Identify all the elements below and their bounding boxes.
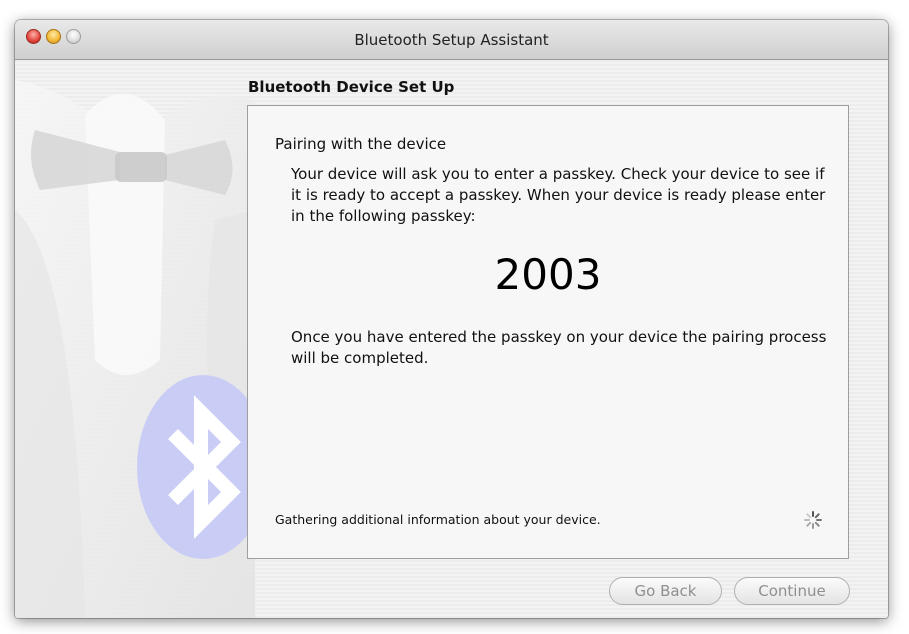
spinner-icon	[804, 511, 822, 529]
window-title: Bluetooth Setup Assistant	[354, 31, 549, 49]
passkey-display: 2003	[494, 250, 602, 299]
pairing-panel: Pairing with the device Your device will…	[247, 105, 849, 559]
title-bar[interactable]: Bluetooth Setup Assistant	[15, 20, 888, 60]
completion-text: Once you have entered the passkey on you…	[291, 328, 827, 367]
pairing-heading: Pairing with the device	[275, 135, 447, 153]
passkey-instructions: Your device will ask you to enter a pass…	[291, 165, 826, 225]
continue-button[interactable]: Continue	[734, 577, 850, 605]
setup-assistant-window: Bluetooth Setup Assistant Bluetooth Devi…	[15, 20, 888, 618]
status-text: Gathering additional information about y…	[275, 512, 601, 527]
section-title: Bluetooth Device Set Up	[248, 78, 455, 96]
go-back-button[interactable]: Go Back	[609, 577, 722, 605]
